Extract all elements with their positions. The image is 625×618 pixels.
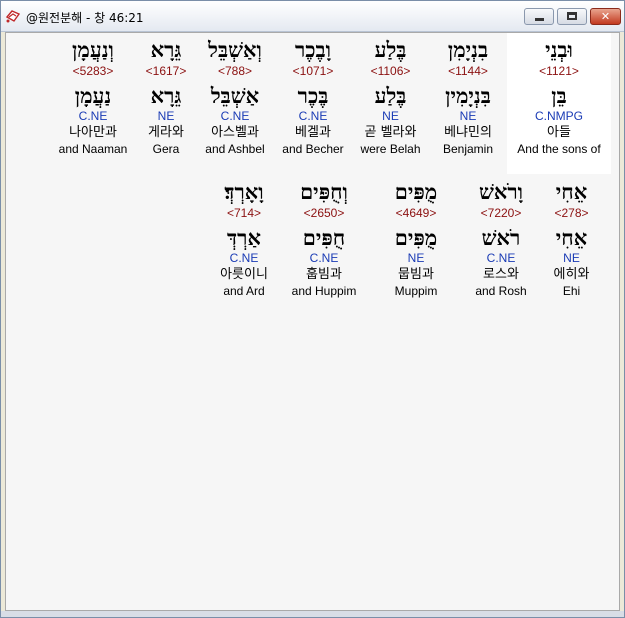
hebrew-word: גֵּרָא bbox=[150, 37, 182, 62]
app-logo-icon[interactable] bbox=[5, 8, 21, 24]
word-column[interactable]: וְנַעֲמָן <5283> נַעֲמָן C.NE 나아만과 and N… bbox=[50, 33, 136, 157]
english-gloss: and Ashbel bbox=[205, 142, 265, 156]
strongs-number[interactable]: <278> bbox=[534, 206, 609, 221]
word-column[interactable]: וְאַשְׁבֵּל <788> אַשְׁבֵּל C.NE 아스벨과 an… bbox=[196, 33, 274, 157]
korean-gloss: 로스와 bbox=[483, 267, 519, 282]
strongs-number[interactable]: <1071> bbox=[274, 64, 352, 79]
morphology-code: NE bbox=[407, 251, 425, 265]
strongs-number[interactable]: <1121> bbox=[507, 64, 611, 79]
word-column[interactable]: וָבֶכֶר <1071> בֶּכֶר C.NE 베겔과 and Beche… bbox=[274, 33, 352, 157]
lemma-word: אֵחִי bbox=[555, 225, 588, 250]
strongs-number[interactable]: <4649> bbox=[374, 206, 458, 221]
morphology-code: NE bbox=[563, 251, 580, 265]
hebrew-word: מֻפִּים bbox=[394, 179, 438, 204]
korean-gloss: 게라와 bbox=[148, 125, 184, 140]
hebrew-word: וּבְנֵי bbox=[545, 37, 573, 62]
word-column[interactable]: מֻפִּים <4649> מֻפִּים NE 뭅빔과 Muppim bbox=[374, 175, 458, 299]
minimize-icon bbox=[535, 18, 544, 21]
korean-gloss: 베냐민의 bbox=[444, 125, 492, 140]
lemma-word: אַרְדְּ bbox=[227, 225, 261, 250]
hebrew-word: וְנַעֲמָן bbox=[72, 37, 114, 62]
title-bar[interactable]: @원전분해 - 창 46:21 ✕ bbox=[1, 1, 624, 32]
morphology-code: C.NE bbox=[78, 109, 108, 123]
lemma-word: רֹאשׁ bbox=[481, 225, 521, 250]
morphology-code: NE bbox=[157, 109, 175, 123]
korean-gloss: 베겔과 bbox=[295, 125, 331, 140]
hebrew-word: בִנְיָמִן bbox=[447, 37, 489, 62]
morphology-code: C.NE bbox=[220, 109, 250, 123]
close-button[interactable]: ✕ bbox=[590, 8, 621, 25]
word-column[interactable]: בִנְיָמִן <1144> בִּנְיָמִין NE 베냐민의 Ben… bbox=[429, 33, 507, 157]
morphology-code: C.NE bbox=[229, 251, 259, 265]
hebrew-word: וָאָרְדְּ׃ bbox=[224, 179, 264, 204]
strongs-number[interactable]: <1106> bbox=[352, 64, 429, 79]
window-title: @원전분해 - 창 46:21 bbox=[26, 11, 144, 25]
strongs-number[interactable]: <5283> bbox=[50, 64, 136, 79]
korean-gloss: 아들 bbox=[547, 125, 571, 140]
korean-gloss: 곧 벨라와 bbox=[364, 125, 417, 140]
lemma-word: מֻפִּים bbox=[394, 225, 438, 250]
korean-gloss: 아스벨과 bbox=[211, 125, 259, 140]
korean-gloss: 뭅빔과 bbox=[398, 267, 434, 282]
word-column[interactable]: וָאָרְדְּ׃ <714> אַרְדְּ C.NE 아릇이니 and A… bbox=[204, 175, 284, 299]
english-gloss: and Rosh bbox=[475, 284, 527, 298]
word-column[interactable]: גֵּרָא <1617> גֵּרָא NE 게라와 Gera bbox=[136, 33, 196, 157]
lemma-word: חֻפִּים bbox=[302, 225, 346, 250]
hebrew-word: וְאַשְׁבֵּל bbox=[208, 37, 262, 62]
lemma-word: בֶּלַע bbox=[374, 83, 407, 108]
window-bottom-border bbox=[1, 611, 624, 617]
word-column[interactable]: וּבְנֵי <1121> בֵּן C.NMPG 아들 And the so… bbox=[507, 33, 611, 174]
english-gloss: Benjamin bbox=[442, 142, 494, 156]
hebrew-word: וָבֶכֶר bbox=[294, 37, 332, 62]
hebrew-word: בֶּלַע bbox=[374, 37, 407, 62]
morphology-code: C.NE bbox=[298, 109, 328, 123]
korean-gloss: 나아만과 bbox=[69, 125, 117, 140]
english-gloss: Muppim bbox=[394, 284, 438, 298]
lemma-word: נַעֲמָן bbox=[74, 83, 112, 108]
word-column[interactable]: וָרֹאשׁ <7220> רֹאשׁ C.NE 로스와 and Rosh bbox=[458, 175, 544, 299]
morphology-code: C.NE bbox=[309, 251, 339, 265]
morphology-code: NE bbox=[382, 109, 399, 123]
lemma-word: בֵּן bbox=[551, 83, 567, 108]
minimize-button[interactable] bbox=[524, 8, 554, 25]
lemma-word: בִּנְיָמִין bbox=[445, 83, 491, 108]
korean-gloss: 아릇이니 bbox=[220, 267, 268, 282]
app-window: @원전분해 - 창 46:21 ✕ וּבְנֵי <1121> בֵּן C.… bbox=[0, 0, 625, 618]
analysis-pane[interactable]: וּבְנֵי <1121> בֵּן C.NMPG 아들 And the so… bbox=[5, 32, 620, 611]
morphology-code: C.NMPG bbox=[535, 109, 583, 123]
hebrew-word: וְחֻפִּים bbox=[300, 179, 348, 204]
word-column[interactable]: וְחֻפִּים <2650> חֻפִּים C.NE 훕빔과 and Hu… bbox=[277, 175, 371, 299]
english-gloss: And the sons of bbox=[517, 142, 601, 156]
maximize-icon bbox=[567, 12, 577, 20]
korean-gloss: 훕빔과 bbox=[306, 267, 342, 282]
strongs-number[interactable]: <2650> bbox=[277, 206, 371, 221]
morphology-code: NE bbox=[459, 109, 477, 123]
english-gloss: and Ard bbox=[223, 284, 265, 298]
strongs-number[interactable]: <1144> bbox=[429, 64, 507, 79]
korean-gloss: 에히와 bbox=[553, 267, 590, 282]
english-gloss: and Becher bbox=[282, 142, 344, 156]
hebrew-word: וָרֹאשׁ bbox=[478, 179, 524, 204]
strongs-number[interactable]: <714> bbox=[204, 206, 284, 221]
english-gloss: Ehi bbox=[562, 284, 581, 298]
close-icon: ✕ bbox=[600, 10, 611, 23]
english-gloss: were Belah bbox=[360, 142, 421, 156]
strongs-number[interactable]: <788> bbox=[196, 64, 274, 79]
maximize-button[interactable] bbox=[557, 8, 587, 25]
word-column[interactable]: בֶּלַע <1106> בֶּלַע NE 곧 벨라와 were Belah bbox=[352, 33, 429, 157]
english-gloss: and Naaman bbox=[58, 142, 128, 156]
english-gloss: Gera bbox=[152, 142, 180, 156]
strongs-number[interactable]: <7220> bbox=[458, 206, 544, 221]
lemma-word: בֶּכֶר bbox=[297, 83, 329, 108]
strongs-number[interactable]: <1617> bbox=[136, 64, 196, 79]
morphology-code: C.NE bbox=[486, 251, 516, 265]
english-gloss: and Huppim bbox=[291, 284, 357, 298]
lemma-word: גֵּרָא bbox=[150, 83, 182, 108]
lemma-word: אַשְׁבֵּל bbox=[210, 83, 260, 108]
word-column[interactable]: אֵחִי <278> אֵחִי NE 에히와 Ehi bbox=[534, 175, 609, 299]
hebrew-word: אֵחִי bbox=[555, 179, 588, 204]
